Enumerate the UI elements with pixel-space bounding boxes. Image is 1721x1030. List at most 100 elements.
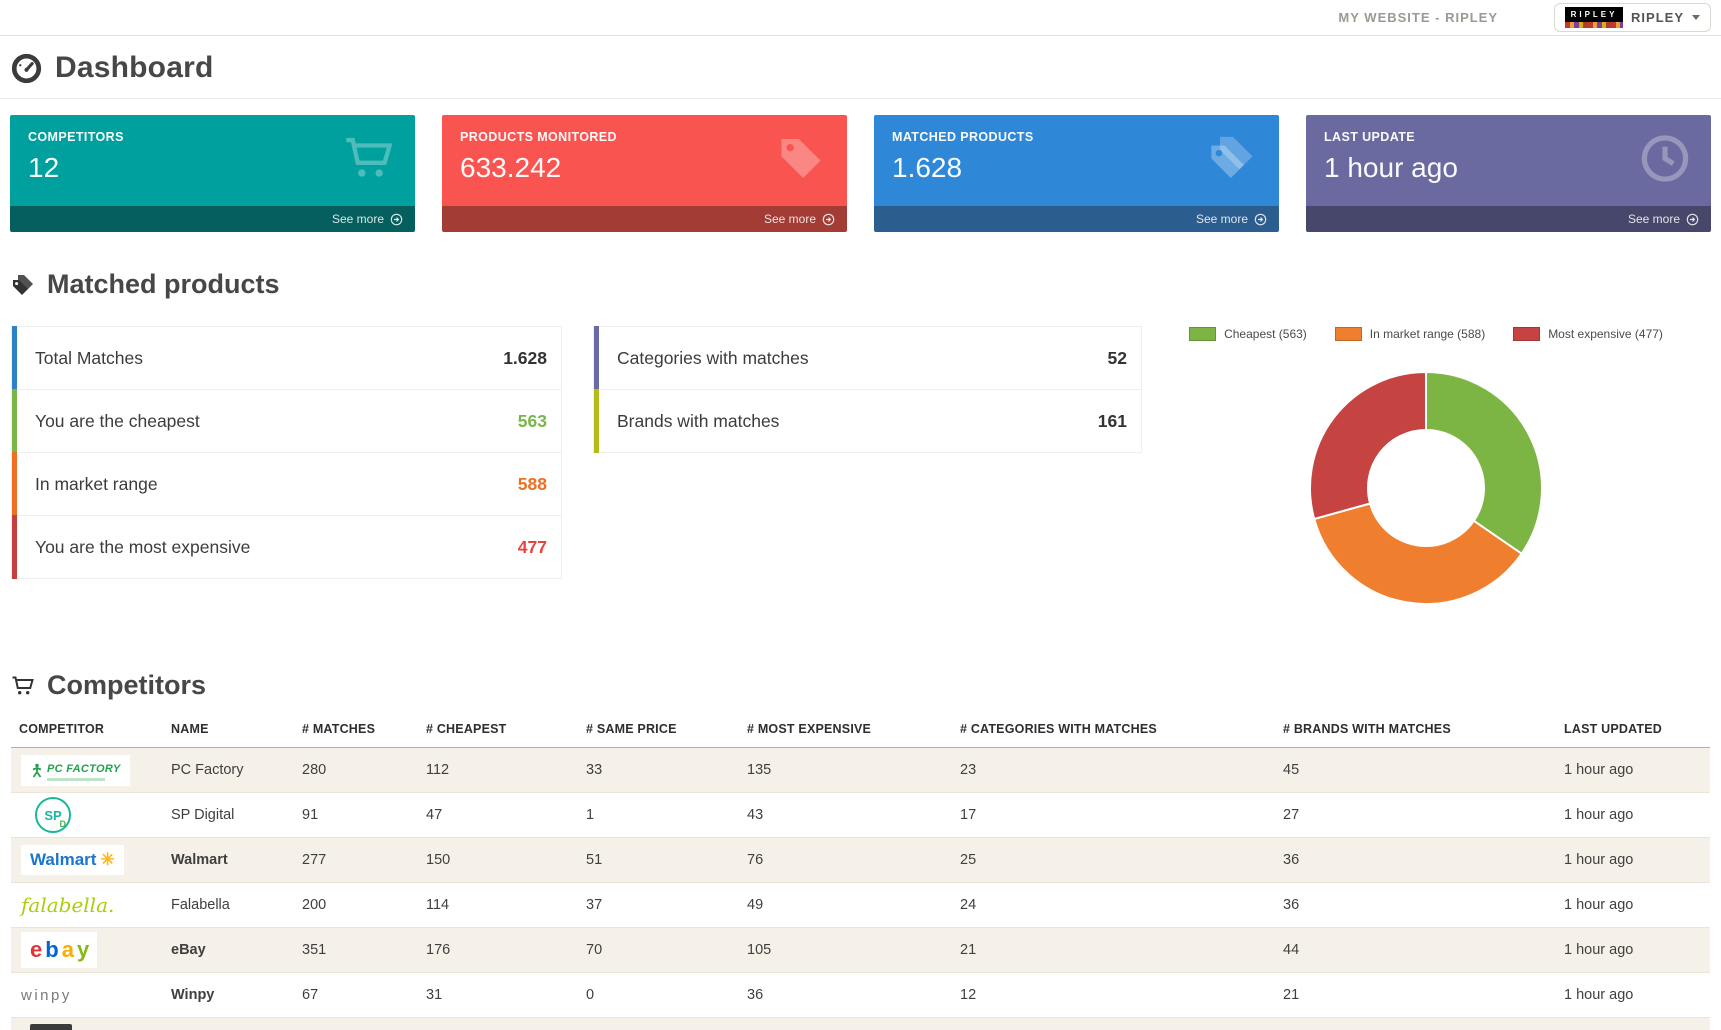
see-more-link[interactable]: See more [874,206,1279,232]
categories-count: 17 [952,793,1275,838]
competitors-header: Competitors [0,670,1721,701]
stat-cheapest: You are the cheapest 563 [11,389,562,453]
matched-products-body: Total Matches 1.628 You are the cheapest… [0,326,1721,633]
legend-label: In market range (588) [1370,327,1485,341]
table-row: PC FACTORY PC Factory 280 112 33 135 23 … [11,748,1710,793]
categories-count: 24 [952,883,1275,928]
arrow-circle-icon [390,213,403,226]
winpy-logo[interactable]: winpy [21,987,72,1004]
see-more-link[interactable]: See more [1306,206,1711,232]
col-last-updated: LAST UPDATED [1556,716,1710,748]
most-expensive-count: 105 [739,928,952,973]
arrow-circle-icon [1686,213,1699,226]
cheapest-count: 114 [418,883,578,928]
arrow-circle-icon [1254,213,1267,226]
same-price-count: 51 [578,838,739,883]
legend-item: Cheapest (563) [1189,327,1307,341]
tag-icon [775,132,827,189]
competitors-table: COMPETITOR NAME # MATCHES # CHEAPEST # S… [11,716,1710,1018]
stat-brands-matches: Brands with matches 161 [593,389,1142,453]
card-label: PRODUCTS MONITORED [460,130,829,144]
walmart-logo[interactable]: Walmart ✳ [21,845,124,875]
competitor-logo-cell: PC FACTORY [11,748,163,793]
brands-count: 36 [1275,838,1556,883]
legend-swatch [1335,327,1362,341]
spdigital-logo[interactable]: SP D [35,797,71,833]
col-brands: # BRANDS WITH MATCHES [1275,716,1556,748]
table-header-row: COMPETITOR NAME # MATCHES # CHEAPEST # S… [11,716,1710,748]
ebay-logo[interactable]: ebay [21,932,97,968]
cart-icon [11,674,35,698]
col-cheapest: # CHEAPEST [418,716,578,748]
card-value: 633.242 [460,152,829,184]
clock-icon [1639,132,1691,189]
table-row: ebay eBay 351 176 70 105 21 44 1 hour ag… [11,928,1710,973]
accent-bar [12,515,17,579]
stat-card-last-update: LAST UPDATE 1 hour ago See more [1306,115,1711,232]
card-label: MATCHED PRODUCTS [892,130,1261,144]
see-more-link[interactable]: See more [442,206,847,232]
stat-card-products-monitored: PRODUCTS MONITORED 633.242 See more [442,115,847,232]
brands-count: 45 [1275,748,1556,793]
cart-icon [343,132,395,189]
last-updated: 1 hour ago [1556,928,1710,973]
falabella-logo[interactable]: falabella. [21,893,114,917]
pcfactory-logo[interactable]: PC FACTORY [21,755,130,786]
most-expensive-count: 76 [739,838,952,883]
same-price-count: 70 [578,928,739,973]
caret-down-icon [1692,15,1700,20]
cheapest-count: 112 [418,748,578,793]
categories-count: 21 [952,928,1275,973]
categories-count: 25 [952,838,1275,883]
most-expensive-count: 49 [739,883,952,928]
competitor-logo-cell: SP D [11,793,163,838]
stat-most-expensive: You are the most expensive 477 [11,515,562,579]
last-updated: 1 hour ago [1556,748,1710,793]
competitor-name: Walmart [163,838,294,883]
legend-swatch [1189,327,1216,341]
competitor-logo-cell: Walmart ✳ [11,838,163,883]
cheapest-count: 150 [418,838,578,883]
competitor-name: eBay [163,928,294,973]
competitor-logo-cell: winpy [11,973,163,1018]
col-matches: # MATCHES [294,716,418,748]
ripley-logo: RIPLEY [1565,7,1623,28]
card-label: LAST UPDATE [1324,130,1693,144]
card-value: 1.628 [892,152,1261,184]
col-name: NAME [163,716,294,748]
last-updated: 1 hour ago [1556,838,1710,883]
donut-segment [1426,372,1542,554]
table-row: SP D SP Digital 91 47 1 43 17 27 1 hour … [11,793,1710,838]
matched-products-header: Matched products [0,269,1721,300]
matches-count: 200 [294,883,418,928]
section-title: Competitors [47,670,206,701]
same-price-count: 1 [578,793,739,838]
stat-total-matches: Total Matches 1.628 [11,326,562,390]
most-expensive-count: 36 [739,973,952,1018]
matches-count: 351 [294,928,418,973]
matches-count: 67 [294,973,418,1018]
donut-chart-wrap [1286,348,1566,633]
competitor-name: PC Factory [163,748,294,793]
most-expensive-count: 43 [739,793,952,838]
ripley-logo-stripes [1565,22,1623,28]
stat-cards: COMPETITORS 12 See more PRODUCTS MONITOR… [0,115,1721,232]
see-more-link[interactable]: See more [10,206,415,232]
ripley-logo-text: RIPLEY [1565,10,1623,19]
col-categories: # CATEGORIES WITH MATCHES [952,716,1275,748]
cheapest-count: 176 [418,928,578,973]
table-row: Walmart ✳ Walmart 277 150 51 76 25 36 1 … [11,838,1710,883]
stat-categories-matches: Categories with matches 52 [593,326,1142,390]
competitor-logo-cell: ebay [11,928,163,973]
table-row: falabella. Falabella 200 114 37 49 24 36… [11,883,1710,928]
account-name: RIPLEY [1631,10,1684,25]
arrow-circle-icon [822,213,835,226]
dashboard-gauge-icon [11,53,42,84]
pcfactory-tagline [47,778,105,781]
account-menu-button[interactable]: RIPLEY RIPLEY [1554,3,1711,32]
partial-logo [30,1024,72,1030]
accent-bar [12,389,17,453]
page-header: Dashboard [0,36,1721,99]
topbar: MY WEBSITE - RIPLEY RIPLEY RIPLEY [0,0,1721,36]
legend-label: Cheapest (563) [1224,327,1307,341]
